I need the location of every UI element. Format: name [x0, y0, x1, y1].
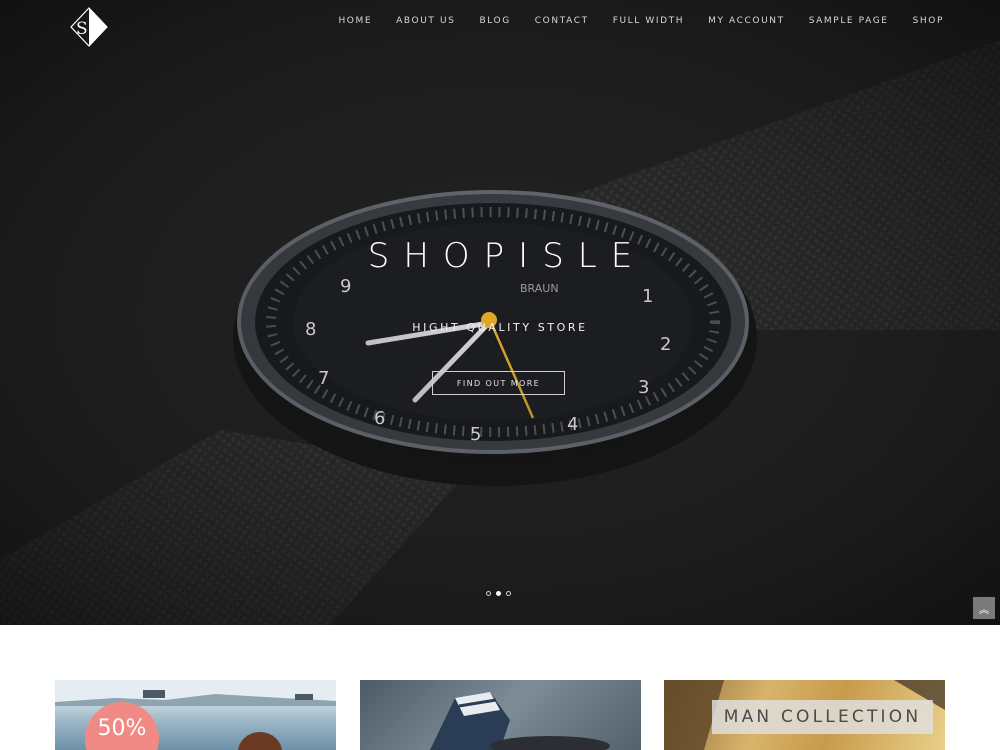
- scroll-to-top-button[interactable]: ︽: [973, 597, 995, 619]
- slider-dot-active[interactable]: [496, 591, 501, 596]
- banner-accessories-image: [430, 692, 610, 750]
- double-chevron-up-icon: ︽: [979, 604, 989, 616]
- banner-man-collection[interactable]: MAN COLLECTION: [664, 680, 945, 750]
- dial-number: 4: [567, 414, 578, 435]
- collection-label: MAN COLLECTION: [712, 700, 933, 734]
- slider-pagination: [486, 591, 511, 596]
- nav-item-blog[interactable]: BLOG: [479, 16, 510, 26]
- dial-number: 6: [374, 408, 385, 429]
- find-out-more-button[interactable]: FIND OUT MORE: [432, 371, 565, 395]
- watch-dial: 9 8 7 6 5 4 3 2 1 BRAUN: [305, 276, 671, 445]
- dial-number: 7: [318, 368, 329, 389]
- slider-dot[interactable]: [506, 591, 511, 596]
- dial-number: 2: [660, 334, 671, 355]
- hero-slider: 9 8 7 6 5 4 3 2 1 BRAUN S HOME ABOUT US …: [0, 0, 1000, 625]
- banner-sale[interactable]: 50%: [55, 680, 336, 750]
- dial-number: 9: [340, 276, 351, 297]
- dial-number: 1: [642, 286, 653, 307]
- dial-number: 5: [470, 424, 481, 445]
- dial-number: 3: [638, 377, 649, 398]
- nav-item-shop[interactable]: SHOP: [913, 16, 944, 26]
- hero-title: SHOPISLE: [367, 236, 647, 276]
- nav-item-contact[interactable]: CONTACT: [535, 16, 589, 26]
- banner-accessories[interactable]: [360, 680, 641, 750]
- nav-item-home[interactable]: HOME: [338, 16, 372, 26]
- site-logo[interactable]: S: [68, 6, 110, 48]
- nav-item-full-width[interactable]: FULL WIDTH: [613, 16, 684, 26]
- main-navigation: HOME ABOUT US BLOG CONTACT FULL WIDTH MY…: [314, 16, 944, 26]
- nav-item-my-account[interactable]: MY ACCOUNT: [708, 16, 785, 26]
- nav-item-sample-page[interactable]: SAMPLE PAGE: [809, 16, 889, 26]
- hero-subtitle: HIGHT QUALITY STORE: [412, 321, 588, 334]
- watch-brand: BRAUN: [520, 282, 559, 295]
- category-banners: 50% MAN COLLECTION: [55, 680, 946, 750]
- nav-item-about-us[interactable]: ABOUT US: [396, 16, 455, 26]
- logo-icon: S: [70, 7, 108, 47]
- slider-dot[interactable]: [486, 591, 491, 596]
- svg-text:S: S: [76, 19, 88, 39]
